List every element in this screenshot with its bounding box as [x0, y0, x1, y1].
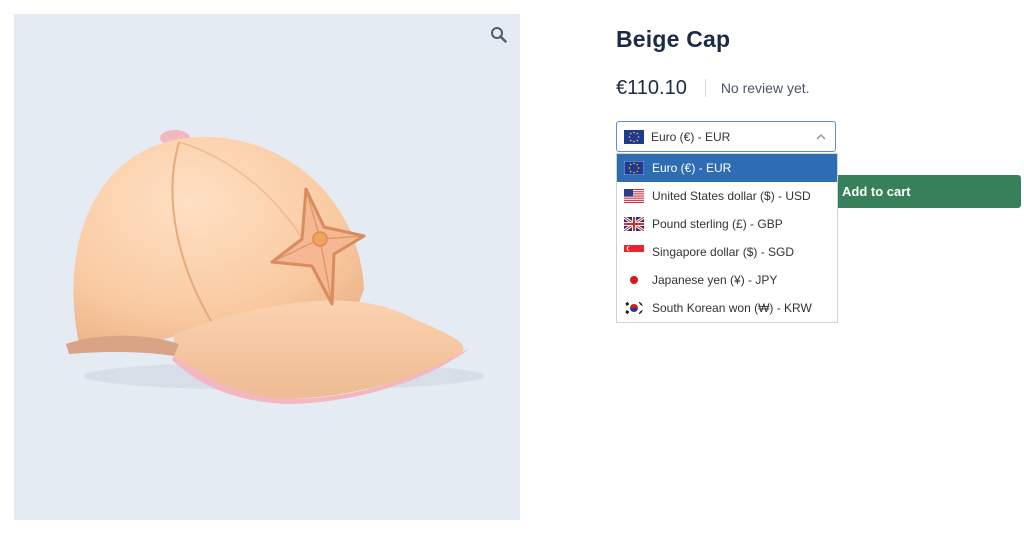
- add-to-cart-button[interactable]: Add to cart: [832, 175, 1021, 208]
- eu-flag-icon: [624, 129, 644, 144]
- currency-select-value: Euro (€) - EUR: [651, 129, 731, 144]
- currency-option-label: Singapore dollar ($) - SGD: [652, 245, 795, 259]
- currency-option-usd[interactable]: United States dollar ($) - USD: [617, 182, 837, 210]
- currency-select[interactable]: Euro (€) - EUR: [616, 121, 836, 152]
- product-title: Beige Cap: [616, 26, 731, 52]
- currency-option-jpy[interactable]: Japanese yen (¥) - JPY: [617, 266, 837, 294]
- zoom-icon[interactable]: [490, 26, 508, 44]
- price-row: €110.10 No review yet.: [616, 76, 810, 100]
- currency-option-label: United States dollar ($) - USD: [652, 189, 811, 203]
- currency-option-label: Pound sterling (£) - GBP: [652, 217, 783, 231]
- currency-option-krw[interactable]: South Korean won (₩) - KRW: [617, 294, 837, 322]
- currency-option-label: Japanese yen (¥) - JPY: [652, 273, 778, 287]
- currency-option-eur[interactable]: Euro (€) - EUR: [617, 154, 837, 182]
- currency-option-label: South Korean won (₩) - KRW: [652, 301, 812, 315]
- divider: [704, 79, 706, 97]
- eu-flag-icon: [624, 161, 644, 175]
- product-price: €110.10: [616, 76, 687, 99]
- currency-option-gbp[interactable]: Pound sterling (£) - GBP: [617, 210, 837, 238]
- kr-flag-icon: [624, 301, 644, 315]
- currency-option-label: Euro (€) - EUR: [652, 161, 732, 175]
- sg-flag-icon: [624, 245, 644, 259]
- jp-flag-icon: [624, 273, 644, 287]
- us-flag-icon: [624, 189, 644, 203]
- product-gallery: [14, 14, 520, 520]
- chevron-up-icon: [816, 134, 826, 140]
- review-status: No review yet.: [720, 80, 810, 96]
- currency-dropdown: Euro (€) - EUR United States dollar ($) …: [616, 153, 838, 323]
- product-image[interactable]: [14, 14, 520, 520]
- currency-option-sgd[interactable]: Singapore dollar ($) - SGD: [617, 238, 837, 266]
- product-summary: Beige Cap €110.10 No review yet. Add to …: [616, 0, 1024, 534]
- uk-flag-icon: [624, 217, 644, 231]
